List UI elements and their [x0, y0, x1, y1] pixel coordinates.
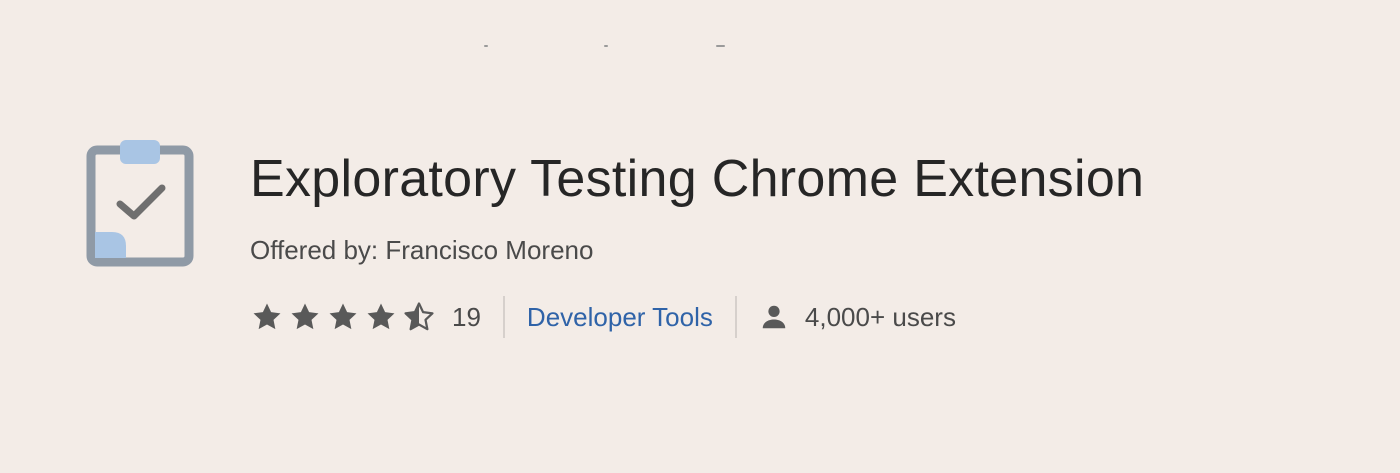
extension-info: Exploratory Testing Chrome Extension Off… — [250, 134, 1350, 340]
meta-divider — [502, 296, 505, 338]
rating-stars[interactable] — [250, 300, 436, 334]
star-full-icon — [367, 303, 395, 330]
speck-mark — [484, 45, 488, 47]
user-count: 4,000+ users — [804, 301, 956, 332]
top-dividers — [0, 42, 1400, 50]
speck-mark — [604, 45, 608, 47]
extension-meta: 19 Developer Tools 4,000+ users — [250, 294, 1350, 340]
star-full-icon — [329, 303, 357, 330]
extension-title: Exploratory Testing Chrome Extension — [250, 150, 1145, 208]
extension-header: Exploratory Testing Chrome Extension Off… — [86, 134, 1366, 374]
offered-by: Offered by: Francisco Moreno — [250, 235, 594, 265]
star-full-icon — [253, 303, 281, 330]
rating-count[interactable]: 19 — [452, 302, 481, 333]
speck-mark — [716, 45, 725, 47]
star-half-icon — [404, 302, 434, 331]
person-icon — [762, 305, 786, 329]
category-link[interactable]: Developer Tools — [527, 302, 713, 333]
clipboard-check-icon — [86, 136, 198, 272]
meta-divider — [734, 296, 737, 338]
star-full-icon — [291, 303, 319, 330]
